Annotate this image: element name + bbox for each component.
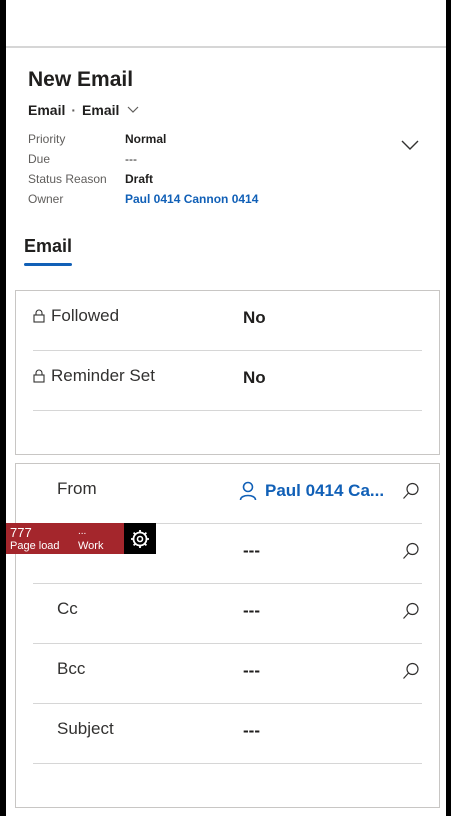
subject-row: Subject --- — [33, 704, 422, 764]
person-icon — [239, 481, 257, 501]
separator-dot: · — [71, 102, 77, 118]
priority-label: Priority — [28, 132, 66, 146]
top-bar — [6, 0, 446, 48]
section-recipients: From Paul 0414 Ca... To --- Cc --- Bcc -… — [15, 463, 440, 808]
cc-row: Cc --- — [33, 584, 422, 644]
reminder-set-label: Reminder Set — [51, 366, 155, 385]
followed-label-wrap: Followed — [33, 306, 119, 326]
due-label: Due — [28, 152, 51, 166]
from-row: From Paul 0414 Ca... — [33, 464, 422, 524]
reminder-set-row: Reminder Set No — [33, 351, 422, 411]
search-icon[interactable] — [402, 482, 420, 500]
status-reason-value[interactable]: Draft — [125, 172, 446, 186]
status-reason-label: Status Reason — [28, 172, 107, 186]
search-icon[interactable] — [402, 542, 420, 560]
tab-email[interactable]: Email — [24, 236, 73, 266]
search-icon[interactable] — [402, 662, 420, 680]
due-value[interactable]: --- — [125, 152, 446, 166]
subject-label: Subject — [57, 719, 114, 738]
search-icon[interactable] — [402, 602, 420, 620]
owner-label: Owner — [28, 192, 64, 206]
owner-link[interactable]: Paul 0414 Cannon 0414 — [125, 192, 446, 206]
perf-overlay[interactable]: 777 Page load ... Work — [6, 523, 156, 554]
lock-icon — [33, 369, 45, 383]
bcc-label: Bcc — [57, 659, 86, 678]
bcc-value[interactable]: --- — [243, 661, 260, 681]
followed-row: Followed No — [33, 291, 422, 351]
perf-metrics: 777 Page load ... Work — [6, 523, 124, 554]
page-title: New Email — [28, 68, 134, 91]
work-dots: ... — [78, 526, 87, 537]
cc-value[interactable]: --- — [243, 601, 260, 621]
followed-label: Followed — [51, 306, 120, 325]
chevron-down-icon[interactable] — [127, 103, 139, 117]
subject-value[interactable]: --- — [243, 721, 260, 741]
to-value[interactable]: --- — [243, 541, 260, 561]
lock-icon — [33, 309, 45, 323]
reminder-label-wrap: Reminder Set — [33, 366, 155, 386]
email-form-screen: New Email Email · Email Priority Normal … — [6, 0, 446, 816]
perf-count: 777 — [10, 525, 32, 540]
form-name: Email — [82, 102, 120, 118]
cc-label: Cc — [57, 599, 78, 618]
entity-name: Email — [28, 102, 66, 118]
gear-icon[interactable] — [124, 523, 156, 554]
reminder-set-value: No — [243, 368, 266, 387]
tab-list: Email — [6, 236, 446, 266]
followed-value: No — [243, 308, 266, 327]
page-load-label: Page load — [10, 540, 60, 552]
section-tracking: Followed No Reminder Set No — [15, 290, 440, 455]
bcc-row: Bcc --- — [33, 644, 422, 704]
header-fields: Priority Normal Due --- Status Reason Dr… — [28, 132, 446, 206]
expand-header-chevron-icon[interactable] — [400, 138, 420, 152]
from-lookup-value[interactable]: Paul 0414 Ca... — [239, 481, 384, 501]
form-selector[interactable]: Email · Email — [28, 102, 446, 118]
from-label: From — [57, 479, 97, 498]
from-lookup-text[interactable]: Paul 0414 Ca... — [265, 481, 384, 501]
form-header: New Email Email · Email Priority Normal … — [6, 48, 446, 206]
priority-value[interactable]: Normal — [125, 132, 446, 146]
work-label: Work — [78, 540, 104, 552]
